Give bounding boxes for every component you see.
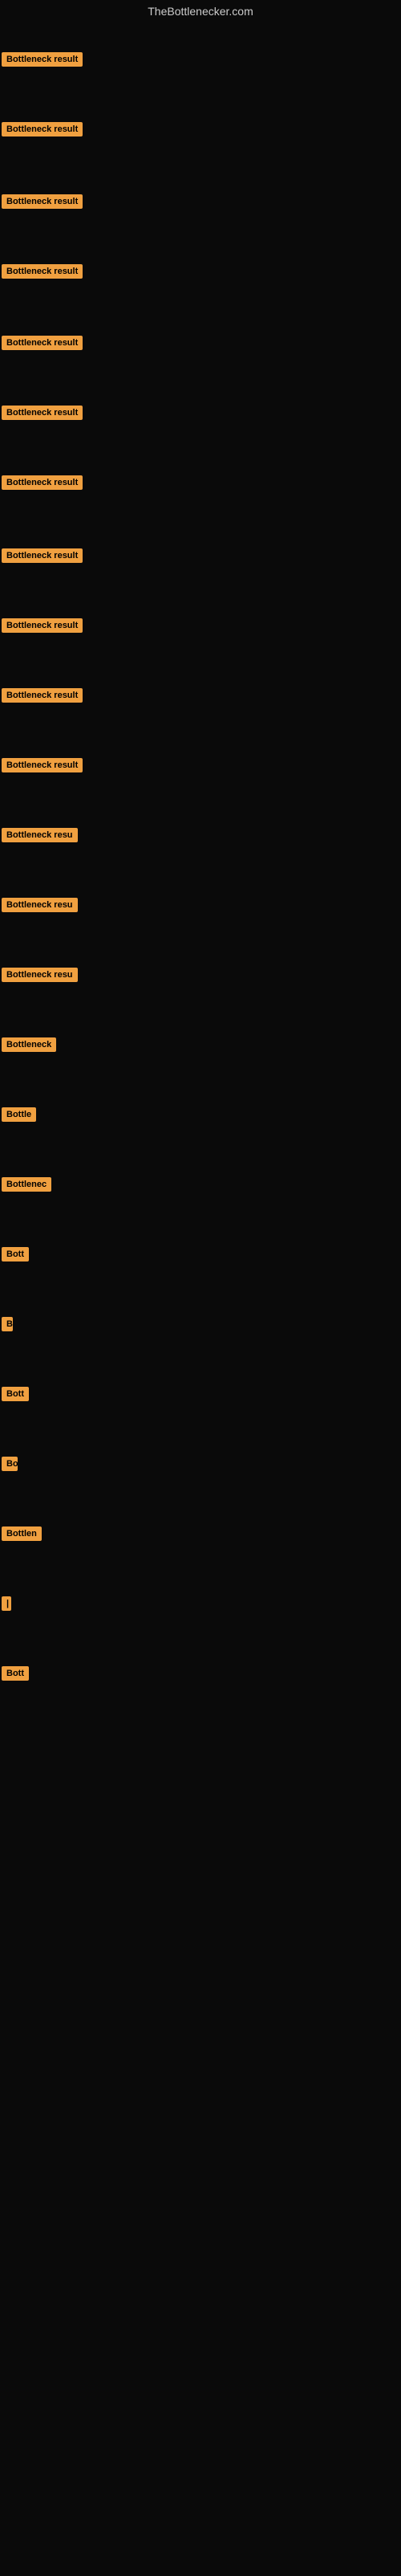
bottleneck-result-badge[interactable]: Bo: [2, 1457, 18, 1471]
bottleneck-badge-row: Bottleneck result: [2, 264, 83, 283]
bottleneck-badge-row: |: [2, 1596, 11, 1615]
bottleneck-badge-row: Bottleneck result: [2, 406, 83, 424]
bottleneck-result-badge[interactable]: Bottleneck result: [2, 688, 83, 703]
bottleneck-result-badge[interactable]: Bottleneck result: [2, 618, 83, 633]
bottleneck-result-badge[interactable]: Bottlenec: [2, 1177, 51, 1192]
bottleneck-badge-row: Bottleneck result: [2, 122, 83, 141]
bottleneck-result-badge[interactable]: Bottleneck result: [2, 548, 83, 563]
bottleneck-result-badge[interactable]: Bott: [2, 1247, 29, 1262]
bottleneck-result-badge[interactable]: Bottleneck result: [2, 336, 83, 350]
bottleneck-result-badge[interactable]: Bottleneck result: [2, 758, 83, 772]
bottleneck-result-badge[interactable]: |: [2, 1596, 11, 1611]
bottleneck-badge-row: Bottle: [2, 1107, 36, 1126]
bottleneck-result-badge[interactable]: Bottleneck resu: [2, 898, 78, 912]
bottleneck-badge-row: Bottleneck result: [2, 618, 83, 637]
bottleneck-badge-row: Bottleneck resu: [2, 968, 78, 986]
bottleneck-badge-row: B: [2, 1317, 13, 1335]
bottleneck-badge-row: Bottleneck result: [2, 548, 83, 567]
bottleneck-result-badge[interactable]: Bott: [2, 1666, 29, 1681]
bottleneck-badge-row: Bott: [2, 1666, 29, 1685]
bottleneck-badge-row: Bottlenec: [2, 1177, 51, 1196]
bottleneck-result-badge[interactable]: Bottleneck result: [2, 264, 83, 279]
bottleneck-result-badge[interactable]: Bottlen: [2, 1526, 42, 1541]
bottleneck-badge-row: Bottleneck result: [2, 688, 83, 707]
bottleneck-badge-row: Bottleneck: [2, 1037, 56, 1056]
bottleneck-badge-row: Bott: [2, 1247, 29, 1266]
bottleneck-result-badge[interactable]: Bottleneck result: [2, 475, 83, 490]
bottleneck-result-badge[interactable]: Bottleneck result: [2, 194, 83, 209]
bottleneck-result-badge[interactable]: Bottle: [2, 1107, 36, 1122]
bottleneck-result-badge[interactable]: Bottleneck: [2, 1037, 56, 1052]
bottleneck-badge-row: Bottleneck result: [2, 758, 83, 776]
bottleneck-badge-row: Bott: [2, 1387, 29, 1405]
bottleneck-result-badge[interactable]: Bottleneck result: [2, 406, 83, 420]
bottleneck-result-badge[interactable]: Bott: [2, 1387, 29, 1401]
bottleneck-result-badge[interactable]: Bottleneck resu: [2, 828, 78, 842]
bottleneck-badge-row: Bottleneck result: [2, 336, 83, 354]
bottleneck-badge-row: Bo: [2, 1457, 18, 1475]
bottleneck-result-badge[interactable]: B: [2, 1317, 13, 1331]
bottleneck-badge-row: Bottleneck resu: [2, 898, 78, 916]
bottleneck-badge-row: Bottleneck result: [2, 475, 83, 494]
bottleneck-badge-row: Bottleneck result: [2, 194, 83, 213]
bottleneck-badge-row: Bottlen: [2, 1526, 42, 1545]
bottleneck-badge-row: Bottleneck resu: [2, 828, 78, 846]
bottleneck-result-badge[interactable]: Bottleneck resu: [2, 968, 78, 982]
bottleneck-result-badge[interactable]: Bottleneck result: [2, 52, 83, 67]
site-title: TheBottlenecker.com: [0, 0, 401, 22]
bottleneck-badge-row: Bottleneck result: [2, 52, 83, 71]
bottleneck-result-badge[interactable]: Bottleneck result: [2, 122, 83, 137]
